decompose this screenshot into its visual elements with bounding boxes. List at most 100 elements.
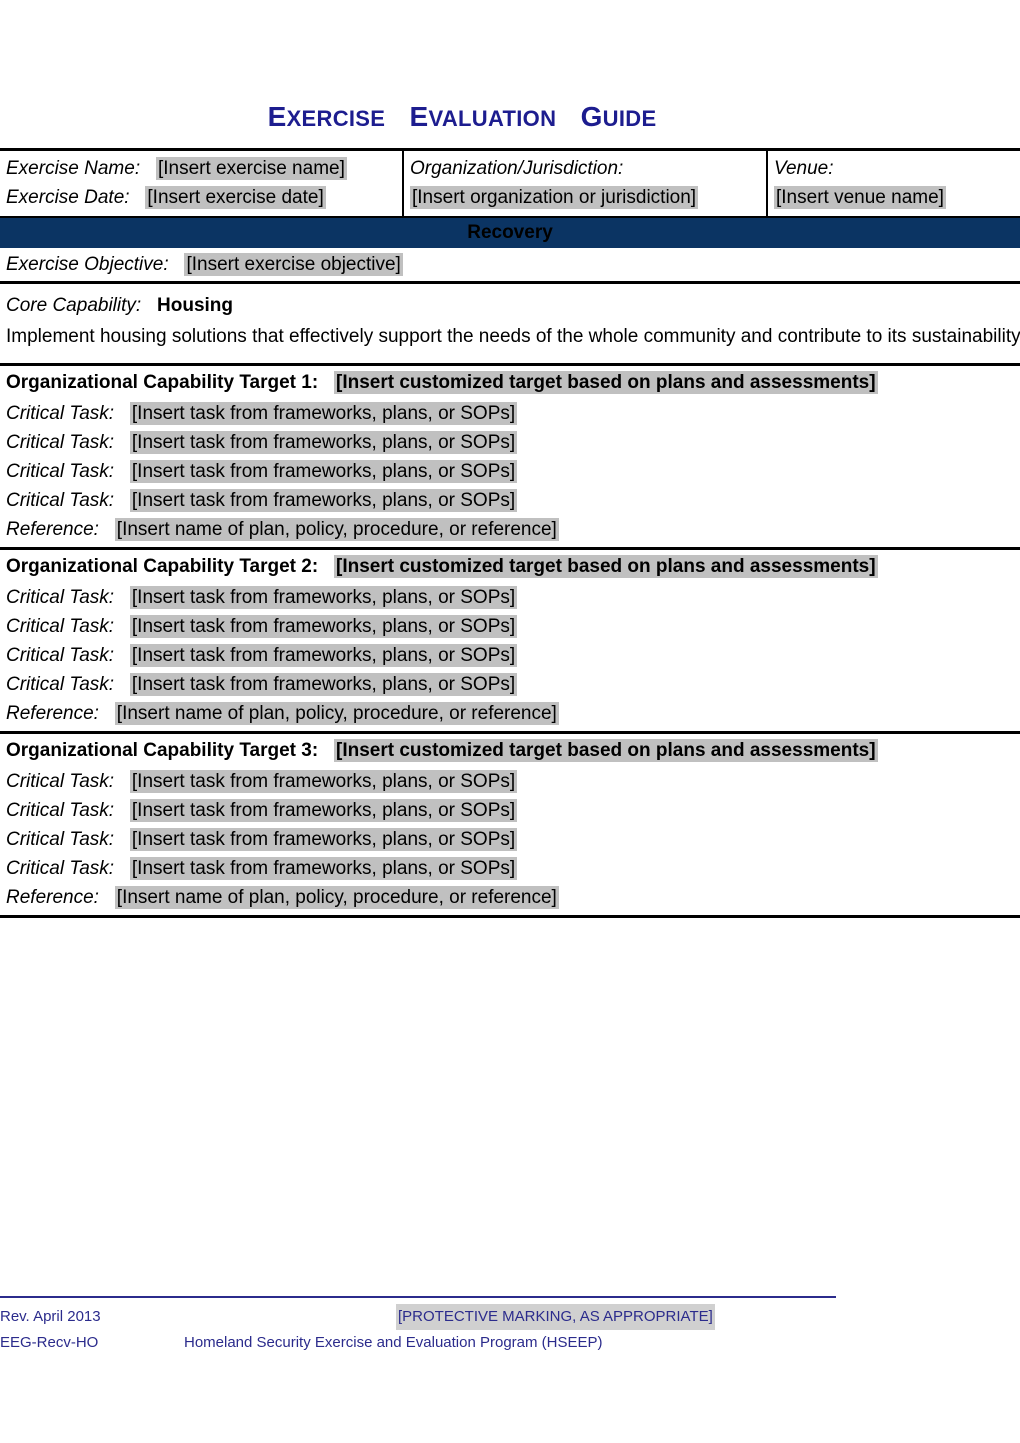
table-row: Exercise Name: [Insert exercise name] Ex… [0, 151, 1020, 216]
capability-target-field[interactable]: [Insert customized target based on plans… [334, 555, 878, 578]
reference-line: Reference: [Insert name of plan, policy,… [0, 515, 1020, 547]
core-capability-description: Implement housing solutions that effecti… [6, 326, 1020, 347]
critical-task-line: Critical Task: [Insert task from framewo… [0, 486, 1020, 515]
organization-field[interactable]: [Insert organization or jurisdiction] [410, 186, 699, 209]
capability-target-section: Organizational Capability Target 1: [Ins… [0, 363, 1020, 547]
mission-area-banner: Recovery [0, 218, 1020, 248]
critical-task-label: Critical Task: [6, 587, 115, 608]
critical-task-field[interactable]: [Insert task from frameworks, plans, or … [129, 402, 518, 425]
critical-task-label: Critical Task: [6, 829, 115, 850]
page-title-word-3: GUIDE [581, 101, 657, 132]
venue-label-line: Venue: [774, 154, 1020, 183]
capability-target-label: Organizational Capability Target 3: [6, 740, 319, 761]
title-rest-2: VALUATION [428, 106, 557, 131]
core-capability-name: Housing [157, 295, 234, 316]
critical-task-field[interactable]: [Insert task from frameworks, plans, or … [129, 431, 518, 454]
reference-label: Reference: [6, 519, 99, 540]
footer-protective-marking: [PROTECTIVE MARKING, AS APPROPRIATE] [396, 1304, 715, 1330]
exercise-identity-cell: Exercise Name: [Insert exercise name] Ex… [0, 151, 404, 216]
critical-task-field[interactable]: [Insert task from frameworks, plans, or … [129, 586, 518, 609]
capability-target-field[interactable]: [Insert customized target based on plans… [334, 371, 878, 394]
venue-label: Venue: [774, 158, 834, 179]
organization-label-line: Organization/Jurisdiction: [410, 154, 766, 183]
critical-task-line: Critical Task: [Insert task from framewo… [0, 612, 1020, 641]
capability-target-section: Organizational Capability Target 2: [Ins… [0, 547, 1020, 731]
critical-task-label: Critical Task: [6, 403, 115, 424]
critical-task-line: Critical Task: [Insert task from framewo… [0, 583, 1020, 612]
exercise-info-table: Exercise Name: [Insert exercise name] Ex… [0, 148, 1020, 218]
critical-task-label: Critical Task: [6, 490, 115, 511]
critical-task-line: Critical Task: [Insert task from framewo… [0, 428, 1020, 457]
critical-task-label: Critical Task: [6, 858, 115, 879]
exercise-name-field[interactable]: [Insert exercise name] [155, 157, 347, 180]
critical-task-label: Critical Task: [6, 432, 115, 453]
critical-task-label: Critical Task: [6, 645, 115, 666]
capability-target-heading: Organizational Capability Target 3: [Ins… [0, 734, 1020, 767]
reference-label: Reference: [6, 703, 99, 724]
footer-row-program: EEG-Recv-HO Homeland Security Exercise a… [0, 1330, 1020, 1356]
critical-task-line: Critical Task: [Insert task from framewo… [0, 854, 1020, 883]
critical-task-field[interactable]: [Insert task from frameworks, plans, or … [129, 644, 518, 667]
organization-cell: Organization/Jurisdiction: [Insert organ… [404, 151, 768, 216]
core-capability-label: Core Capability: [6, 295, 142, 316]
critical-task-line: Critical Task: [Insert task from framewo… [0, 796, 1020, 825]
critical-task-line: Critical Task: [Insert task from framewo… [0, 399, 1020, 428]
exercise-date-line: Exercise Date: [Insert exercise date] [6, 183, 402, 212]
capability-target-label: Organizational Capability Target 1: [6, 372, 319, 393]
exercise-objective-row: Exercise Objective: [Insert exercise obj… [0, 250, 1020, 284]
critical-task-line: Critical Task: [Insert task from framewo… [0, 457, 1020, 486]
organization-value-line: [Insert organization or jurisdiction] [410, 183, 766, 212]
critical-task-field[interactable]: [Insert task from frameworks, plans, or … [129, 799, 518, 822]
document-page: EXERCISE EVALUATION GUIDE Exercise Name:… [0, 0, 1020, 1443]
critical-task-field[interactable]: [Insert task from frameworks, plans, or … [129, 615, 518, 638]
footer-doc-code: EEG-Recv-HO [0, 1334, 99, 1351]
title-rest-3: UIDE [602, 106, 657, 131]
footer-row-revision: Rev. April 2013 [PROTECTIVE MARKING, AS … [0, 1304, 1020, 1330]
title-rest-1: XERCISE [286, 106, 386, 131]
capability-target-section: Organizational Capability Target 3: [Ins… [0, 731, 1020, 918]
critical-task-line: Critical Task: [Insert task from framewo… [0, 825, 1020, 854]
venue-field[interactable]: [Insert venue name] [774, 186, 946, 209]
reference-field[interactable]: [Insert name of plan, policy, procedure,… [114, 886, 559, 909]
critical-task-label: Critical Task: [6, 674, 115, 695]
critical-task-line: Critical Task: [Insert task from framewo… [0, 670, 1020, 699]
reference-line: Reference: [Insert name of plan, policy,… [0, 883, 1020, 915]
page-footer: Rev. April 2013 [PROTECTIVE MARKING, AS … [0, 1296, 1020, 1356]
critical-task-label: Critical Task: [6, 800, 115, 821]
critical-task-label: Critical Task: [6, 461, 115, 482]
title-initial-3: G [580, 101, 603, 132]
capability-target-field[interactable]: [Insert customized target based on plans… [334, 739, 878, 762]
exercise-objective-field[interactable]: [Insert exercise objective] [184, 253, 403, 276]
critical-task-field[interactable]: [Insert task from frameworks, plans, or … [129, 770, 518, 793]
footer-revision: Rev. April 2013 [0, 1308, 101, 1325]
capability-target-heading: Organizational Capability Target 1: [Ins… [0, 366, 1020, 399]
core-capability-block: Core Capability: Housing Implement housi… [0, 290, 1020, 352]
reference-field[interactable]: [Insert name of plan, policy, procedure,… [114, 518, 559, 541]
critical-task-field[interactable]: [Insert task from frameworks, plans, or … [129, 460, 518, 483]
critical-task-field[interactable]: [Insert task from frameworks, plans, or … [129, 673, 518, 696]
title-initial-1: E [267, 101, 287, 132]
page-title-word-1: EXERCISE [268, 101, 386, 132]
venue-value-line: [Insert venue name] [774, 183, 1020, 212]
reference-field[interactable]: [Insert name of plan, policy, procedure,… [114, 702, 559, 725]
critical-task-field[interactable]: [Insert task from frameworks, plans, or … [129, 828, 518, 851]
exercise-date-field[interactable]: [Insert exercise date] [145, 186, 326, 209]
critical-task-field[interactable]: [Insert task from frameworks, plans, or … [129, 489, 518, 512]
title-initial-2: E [409, 101, 429, 132]
page-title: EXERCISE EVALUATION GUIDE [0, 101, 1020, 133]
venue-cell: Venue: [Insert venue name] [768, 151, 1020, 216]
exercise-date-label: Exercise Date: [6, 187, 130, 208]
capability-targets-list: Organizational Capability Target 1: [Ins… [0, 363, 1020, 918]
reference-line: Reference: [Insert name of plan, policy,… [0, 699, 1020, 731]
capability-target-heading: Organizational Capability Target 2: [Ins… [0, 550, 1020, 583]
capability-target-label: Organizational Capability Target 2: [6, 556, 319, 577]
critical-task-label: Critical Task: [6, 771, 115, 792]
critical-task-field[interactable]: [Insert task from frameworks, plans, or … [129, 857, 518, 880]
organization-label: Organization/Jurisdiction: [410, 158, 624, 179]
critical-task-label: Critical Task: [6, 616, 115, 637]
critical-task-line: Critical Task: [Insert task from framewo… [0, 641, 1020, 670]
core-capability-name-line: Core Capability: Housing [0, 290, 1020, 321]
footer-divider [0, 1296, 836, 1298]
critical-task-line: Critical Task: [Insert task from framewo… [0, 767, 1020, 796]
page-title-word-2: EVALUATION [410, 101, 557, 132]
